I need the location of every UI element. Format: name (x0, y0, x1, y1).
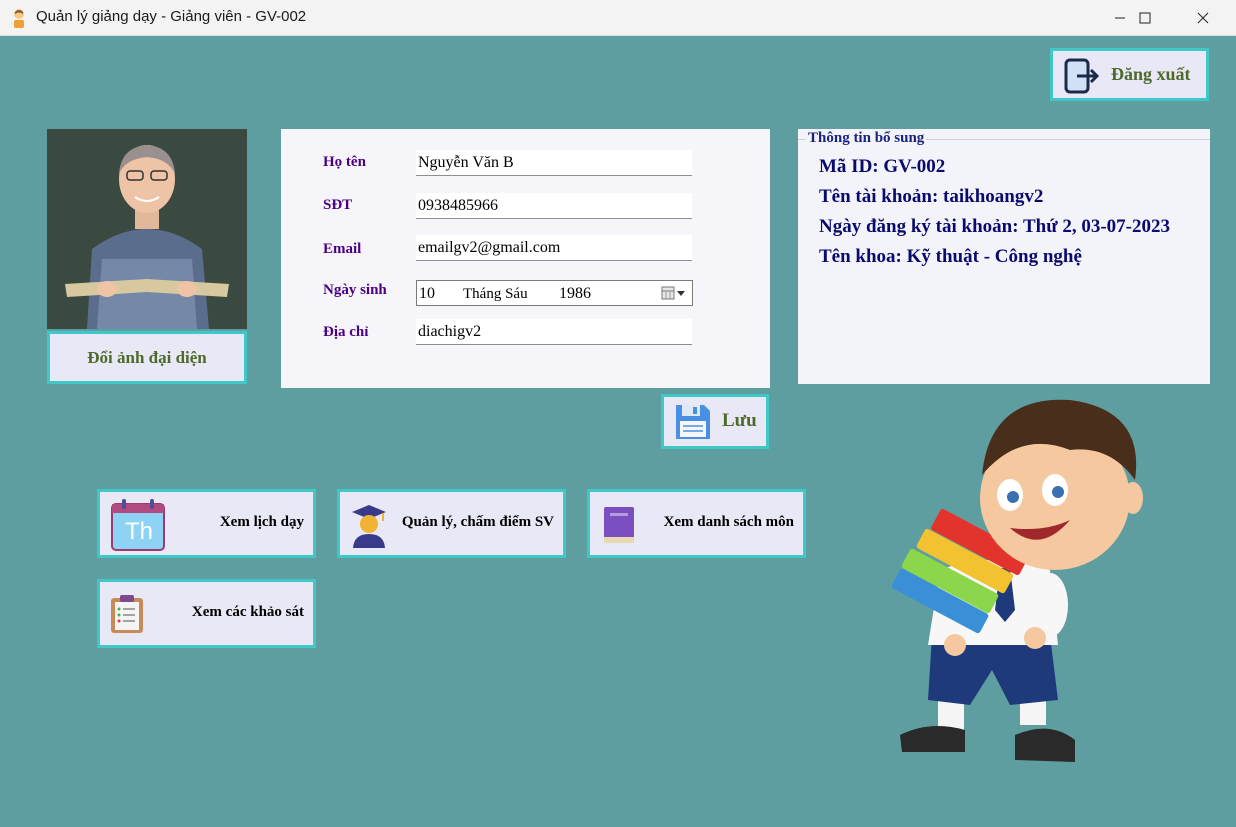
view-subjects-label: Xem danh sách môn (663, 514, 794, 530)
floppy-disk-icon (676, 405, 710, 439)
address-label: Địa chỉ (323, 324, 369, 340)
teacher-photo (47, 129, 247, 329)
calendar-dropdown-icon[interactable] (661, 286, 689, 300)
maximize-icon (1139, 12, 1151, 24)
avatar (47, 129, 247, 329)
info-legend: Thông tin bổ sung (806, 130, 927, 147)
profile-form: Họ tên SĐT Email Ngày sinh 10 Tháng Sáu … (281, 129, 770, 388)
view-subjects-button[interactable]: Xem danh sách môn (587, 489, 806, 558)
view-schedule-label: Xem lịch dạy (219, 514, 304, 530)
app-icon (14, 9, 24, 28)
manage-grades-label: Quản lý, chấm điểm SV (401, 514, 554, 530)
phone-field[interactable] (416, 193, 692, 219)
view-surveys-button[interactable]: Xem các khảo sát (97, 579, 316, 648)
email-label: Email (323, 241, 362, 257)
change-avatar-button[interactable]: Đổi ảnh đại diện (47, 331, 247, 384)
save-button[interactable]: Lưu (661, 394, 769, 449)
dob-label: Ngày sinh (323, 282, 387, 298)
logout-button[interactable]: Đăng xuất (1050, 48, 1209, 101)
change-avatar-label: Đổi ảnh đại diện (87, 347, 207, 367)
email-field[interactable] (416, 235, 692, 261)
additional-info-panel: Thông tin bổ sung Mã ID: GV-002 Tên tài … (798, 129, 1210, 384)
dob-picker[interactable]: 10 Tháng Sáu 1986 (416, 280, 693, 306)
title-bar: Quản lý giảng dạy - Giảng viên - GV-002 (0, 0, 1236, 36)
dob-month: Tháng Sáu (463, 286, 528, 302)
clipboard-icon (111, 595, 143, 633)
book-icon (604, 507, 634, 543)
info-id: Mã ID: GV-002 (819, 156, 946, 177)
phone-label: SĐT (323, 197, 353, 213)
manage-grades-button[interactable]: Quản lý, chấm điểm SV (337, 489, 566, 558)
view-surveys-label: Xem các khảo sát (191, 604, 304, 620)
student-illustration (891, 399, 1143, 762)
close-button[interactable] (1180, 0, 1226, 36)
info-faculty: Tên khoa: Kỹ thuật - Công nghệ (819, 246, 1082, 267)
logout-label: Đăng xuất (1111, 64, 1191, 84)
name-field[interactable] (416, 150, 692, 176)
maximize-button[interactable] (1122, 0, 1168, 36)
calendar-icon-text: Th (125, 518, 154, 545)
info-registered: Ngày đăng ký tài khoản: Thứ 2, 03-07-202… (819, 216, 1171, 237)
close-icon (1197, 12, 1209, 24)
window-title: Quản lý giảng dạy - Giảng viên - GV-002 (36, 8, 307, 25)
dob-day: 10 (419, 285, 435, 302)
name-label: Họ tên (323, 154, 366, 170)
address-field[interactable] (416, 319, 692, 345)
graduate-icon (352, 505, 386, 548)
info-account: Tên tài khoản: taikhoangv2 (819, 186, 1044, 207)
logout-icon (1064, 58, 1100, 94)
view-schedule-button[interactable]: Th Xem lịch dạy (97, 489, 316, 558)
dob-year: 1986 (559, 285, 591, 302)
save-label: Lưu (722, 410, 757, 431)
calendar-icon: Th (110, 498, 165, 552)
